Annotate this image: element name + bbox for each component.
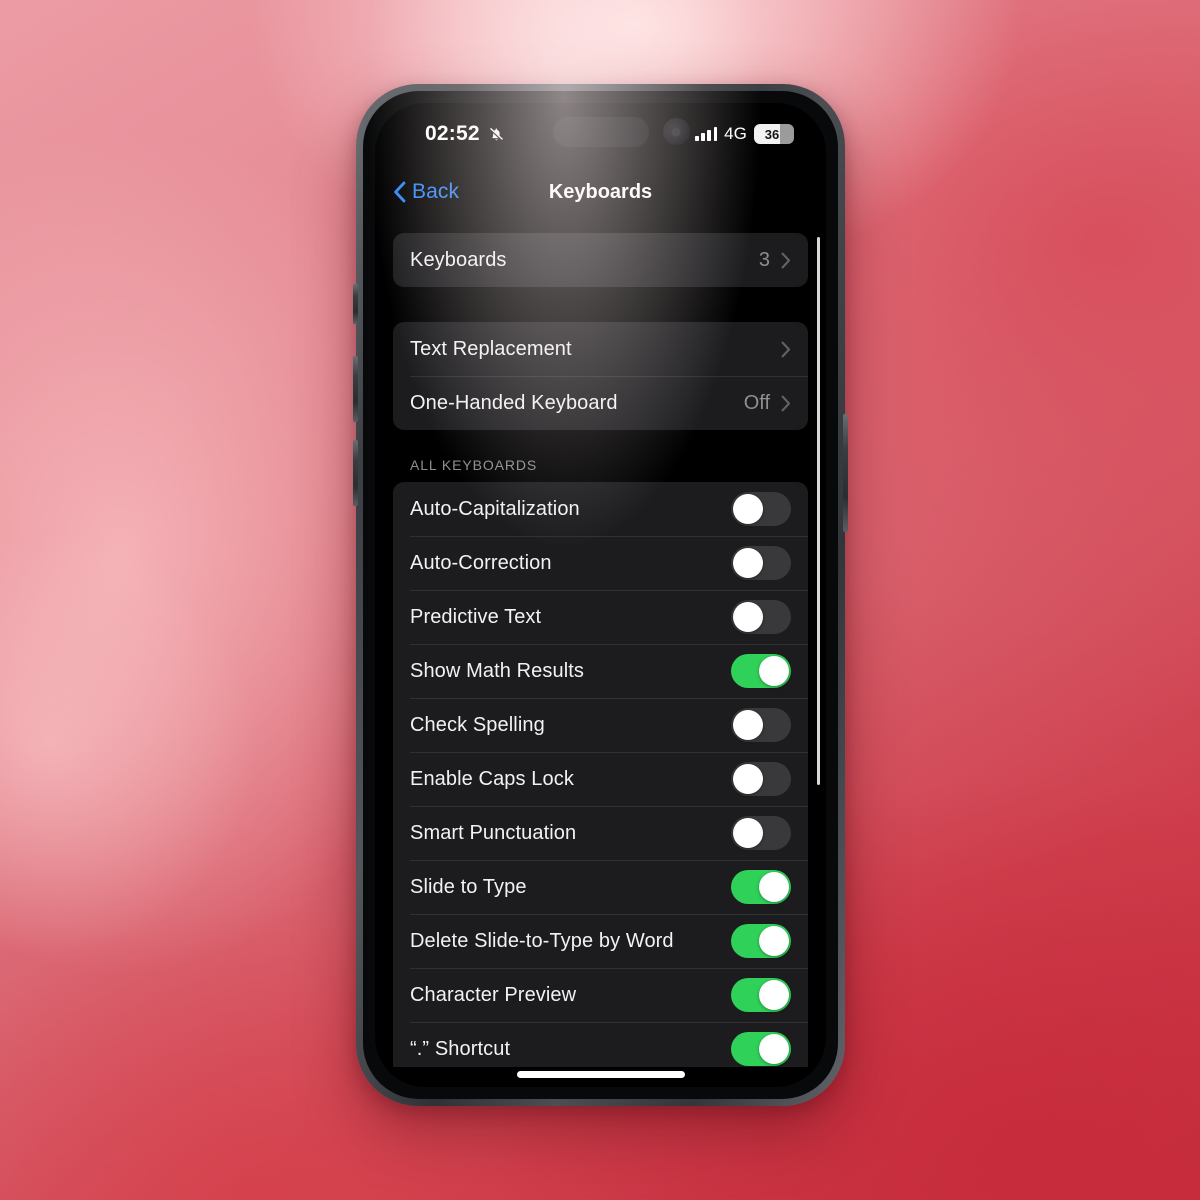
network-type-label: 4G — [724, 124, 747, 143]
status-bar: 02:52 4G 36 — [375, 103, 826, 165]
toggle-switch[interactable] — [731, 924, 791, 958]
row-value: Off — [743, 391, 770, 414]
row-text-replacement[interactable]: Text Replacement — [393, 322, 808, 376]
chevron-right-icon — [781, 341, 791, 357]
toggle-switch[interactable] — [731, 816, 791, 850]
row-label: Show Math Results — [410, 659, 584, 682]
battery-icon: 36 — [754, 124, 794, 144]
toggle-knob — [733, 494, 763, 524]
wallpaper-background: 02:52 4G 36 Back Keyboards Keyboards 3 T… — [0, 0, 1200, 1200]
toggle-switch[interactable] — [731, 708, 791, 742]
row-label: Smart Punctuation — [410, 821, 577, 844]
navigation-bar: Back Keyboards — [375, 165, 826, 219]
toggle-row[interactable]: Check Spelling — [393, 698, 808, 752]
toggle-switch[interactable] — [731, 546, 791, 580]
toggle-knob — [733, 818, 763, 848]
toggle-switch[interactable] — [731, 654, 791, 688]
row-label: Predictive Text — [410, 605, 542, 628]
volume-up-button[interactable] — [353, 356, 358, 422]
row-label: Slide to Type — [410, 875, 527, 898]
keyboards-group: Keyboards 3 — [393, 233, 808, 287]
toggle-knob — [733, 764, 763, 794]
toggle-switch[interactable] — [731, 492, 791, 526]
toggle-row[interactable]: Enable Caps Lock — [393, 752, 808, 806]
device-bezel: 02:52 4G 36 Back Keyboards Keyboards 3 T… — [363, 91, 838, 1099]
row-label: “.” Shortcut — [410, 1037, 511, 1060]
toggle-row[interactable]: Slide to Type — [393, 860, 808, 914]
row-one-handed-keyboard[interactable]: One-Handed Keyboard Off — [393, 376, 808, 430]
toggle-row[interactable]: “.” Shortcut — [393, 1022, 808, 1067]
device-frame: 02:52 4G 36 Back Keyboards Keyboards 3 T… — [353, 84, 848, 1106]
toggle-row[interactable]: Auto-Correction — [393, 536, 808, 590]
row-label: Enable Caps Lock — [410, 767, 574, 790]
row-label: Keyboards — [410, 248, 507, 271]
chevron-right-icon — [781, 252, 791, 268]
iphone-device: 02:52 4G 36 Back Keyboards Keyboards 3 T… — [353, 84, 848, 1106]
action-button[interactable] — [353, 284, 358, 324]
back-button-label: Back — [412, 180, 460, 203]
battery-percent-label: 36 — [764, 126, 780, 142]
toggle-switch[interactable] — [731, 978, 791, 1012]
toggle-switch[interactable] — [731, 600, 791, 634]
volume-down-button[interactable] — [353, 440, 358, 506]
front-camera-icon — [662, 118, 690, 145]
cellular-signal-icon — [695, 127, 718, 141]
row-value: 3 — [758, 248, 770, 271]
toggle-row[interactable]: Smart Punctuation — [393, 806, 808, 860]
row-keyboards[interactable]: Keyboards 3 — [393, 233, 808, 287]
status-bar-left: 02:52 — [405, 122, 545, 146]
device-screen: 02:52 4G 36 Back Keyboards Keyboards 3 T… — [375, 103, 826, 1087]
toggle-row[interactable]: Predictive Text — [393, 590, 808, 644]
dynamic-island — [552, 117, 649, 147]
home-indicator[interactable] — [516, 1071, 685, 1078]
toggle-knob — [759, 980, 789, 1010]
toggle-row[interactable]: Character Preview — [393, 968, 808, 1022]
settings-scroll-view[interactable]: Keyboards 3 Text Replacement One-Handed … — [375, 219, 826, 1067]
toggle-knob — [733, 548, 763, 578]
toggle-knob — [759, 656, 789, 686]
power-button[interactable] — [843, 414, 848, 532]
toggle-row[interactable]: Auto-Capitalization — [393, 482, 808, 536]
row-label: Delete Slide-to-Type by Word — [410, 929, 674, 952]
toggle-knob — [759, 872, 789, 902]
row-label: Check Spelling — [410, 713, 545, 736]
vertical-scrollbar[interactable] — [817, 237, 820, 785]
status-bar-clock: 02:52 — [425, 122, 480, 145]
row-label: Auto-Capitalization — [410, 497, 580, 520]
toggle-knob — [759, 926, 789, 956]
toggle-knob — [733, 602, 763, 632]
toggle-row[interactable]: Delete Slide-to-Type by Word — [393, 914, 808, 968]
row-label: One-Handed Keyboard — [410, 391, 618, 414]
toggle-row[interactable]: Show Math Results — [393, 644, 808, 698]
back-button[interactable]: Back — [393, 180, 459, 204]
row-label: Text Replacement — [410, 337, 572, 360]
toggle-switch[interactable] — [731, 762, 791, 796]
bell-slash-icon — [489, 127, 504, 141]
toggle-switch[interactable] — [731, 870, 791, 904]
chevron-right-icon — [781, 395, 791, 411]
row-label: Auto-Correction — [410, 551, 552, 574]
toggle-switch[interactable] — [731, 1032, 791, 1066]
section-header-all-keyboards: ALL KEYBOARDS — [410, 457, 538, 473]
toggle-knob — [759, 1034, 789, 1064]
row-label: Character Preview — [410, 983, 577, 1006]
all-keyboards-group: Auto-Capitalization Auto-Correction Predic… — [393, 482, 808, 1067]
text-options-group: Text Replacement One-Handed Keyboard Off — [393, 322, 808, 430]
chevron-left-icon — [394, 181, 406, 203]
toggle-knob — [733, 710, 763, 740]
